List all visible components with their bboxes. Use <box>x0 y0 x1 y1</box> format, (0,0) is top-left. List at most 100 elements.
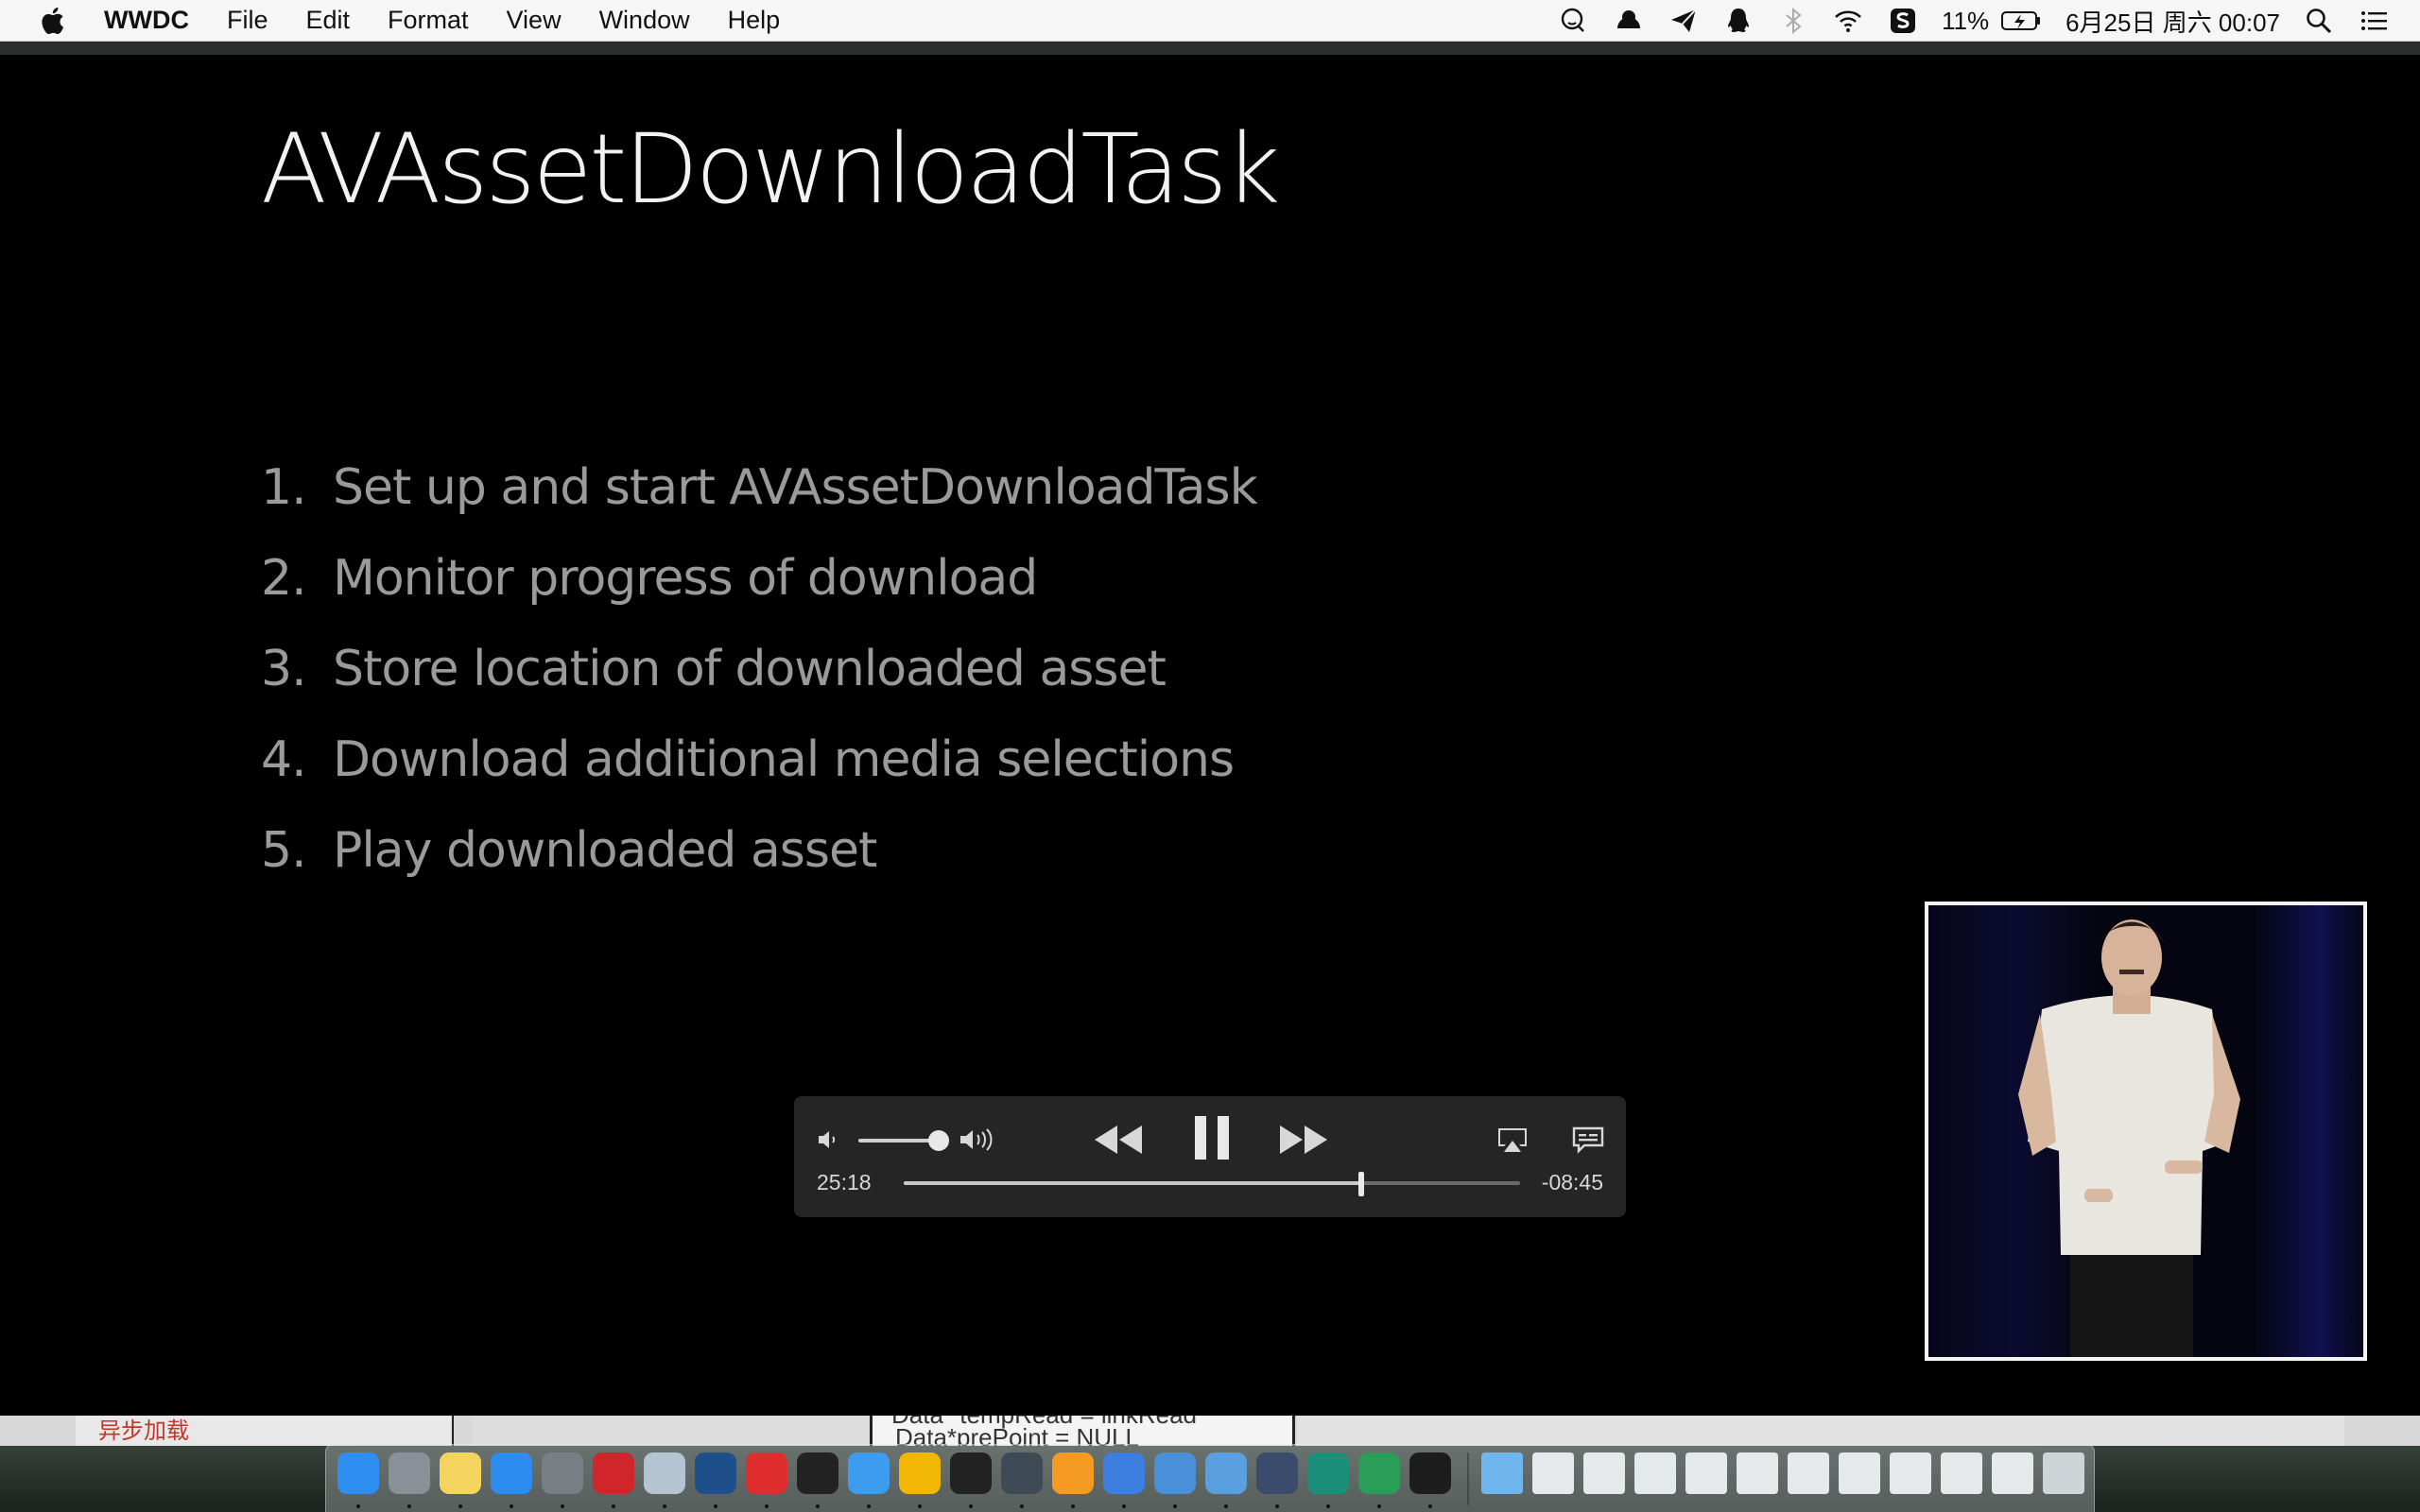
tools-icon[interactable] <box>1205 1452 1247 1494</box>
minimized-window-icon[interactable] <box>1992 1452 2033 1494</box>
progress-track[interactable] <box>904 1181 1520 1185</box>
slide-bullet-list: 1. Set up and start AVAssetDownloadTask … <box>261 442 1258 896</box>
trash-icon[interactable] <box>2043 1452 2084 1494</box>
preview-icon[interactable] <box>644 1452 685 1494</box>
apple-menu[interactable] <box>0 7 104 35</box>
remaining-time: -08:45 <box>1541 1170 1603 1194</box>
youdao-icon[interactable] <box>593 1452 634 1494</box>
menu-format[interactable]: Format <box>369 0 488 41</box>
bullet-number: 3. <box>261 641 307 697</box>
running-indicator <box>1428 1504 1432 1508</box>
menu-view[interactable]: View <box>488 0 580 41</box>
running-indicator <box>816 1504 820 1508</box>
qq-status-icon[interactable] <box>1711 0 1766 42</box>
apple-icon <box>42 7 64 34</box>
running-indicator <box>612 1504 615 1508</box>
launchpad-icon[interactable] <box>389 1452 430 1494</box>
minimized-window-icon[interactable] <box>1634 1452 1676 1494</box>
bluetooth-icon[interactable] <box>1766 0 1821 42</box>
running-indicator <box>356 1504 360 1508</box>
running-indicator <box>714 1504 717 1508</box>
battery-charging-icon[interactable] <box>2000 0 2054 42</box>
slide-bullet-item: 4. Download additional media selections <box>261 714 1257 805</box>
fast-forward-button[interactable] <box>1278 1121 1329 1159</box>
webstorm-icon[interactable] <box>1307 1452 1349 1494</box>
running-indicator <box>663 1504 666 1508</box>
pause-button[interactable] <box>1187 1111 1236 1164</box>
video-player-window[interactable]: AVAssetDownloadTask 1. Set up and start … <box>0 55 2420 1416</box>
menu-window[interactable]: Window <box>580 0 709 41</box>
cloud-status-icon[interactable] <box>1601 0 1656 42</box>
send-status-icon[interactable] <box>1656 0 1711 42</box>
qq-icon[interactable] <box>950 1452 992 1494</box>
system-preferences-icon[interactable] <box>542 1452 583 1494</box>
terminal-icon[interactable] <box>797 1452 838 1494</box>
running-indicator <box>969 1504 973 1508</box>
airplay-button[interactable] <box>1494 1123 1531 1157</box>
volume-min-icon[interactable] <box>815 1125 841 1155</box>
menu-file[interactable]: File <box>208 0 287 41</box>
battery-percentage[interactable]: 11% <box>1930 7 2000 36</box>
running-indicator <box>1173 1504 1177 1508</box>
chat-status-icon[interactable] <box>1547 0 1601 42</box>
volume-max-icon[interactable] <box>957 1123 1000 1157</box>
progress-playhead[interactable] <box>1358 1172 1365 1196</box>
document-icon[interactable] <box>1685 1452 1727 1494</box>
minimized-window-icon[interactable] <box>1890 1452 1931 1494</box>
slide-bullet-item: 5. Play downloaded asset <box>261 805 1257 896</box>
running-indicator <box>510 1504 513 1508</box>
wwdc-icon[interactable] <box>1256 1452 1298 1494</box>
bullet-number: 4. <box>261 731 307 788</box>
minimized-window-icon[interactable] <box>1737 1452 1778 1494</box>
activity-monitor-icon[interactable] <box>1409 1452 1451 1494</box>
ibooks-icon[interactable] <box>1052 1452 1094 1494</box>
xcode-icon[interactable] <box>1154 1452 1196 1494</box>
instruments-icon[interactable] <box>695 1452 736 1494</box>
slide-bullet-item: 3. Store location of downloaded asset <box>261 624 1257 714</box>
rewind-button[interactable] <box>1093 1121 1144 1159</box>
running-indicator <box>458 1504 462 1508</box>
playback-controls-hud[interactable]: 25:18 -08:45 <box>794 1096 1626 1217</box>
app-store-icon[interactable] <box>491 1452 532 1494</box>
minimized-window-icon[interactable] <box>1839 1452 1880 1494</box>
running-indicator <box>1020 1504 1024 1508</box>
minimized-window-icon[interactable] <box>1788 1452 1829 1494</box>
safari-icon[interactable] <box>848 1452 890 1494</box>
menu-app-name[interactable]: WWDC <box>104 0 208 41</box>
volume-slider-knob[interactable] <box>928 1130 949 1151</box>
slide-bullet-item: 1. Set up and start AVAssetDownloadTask <box>261 442 1258 533</box>
subtitles-button[interactable] <box>1569 1123 1607 1157</box>
dock-separator <box>1467 1452 1469 1505</box>
notes-icon[interactable] <box>440 1452 481 1494</box>
monitor-icon[interactable] <box>1001 1452 1043 1494</box>
menu-edit[interactable]: Edit <box>286 0 369 41</box>
spotlight-search-icon[interactable] <box>2291 0 2346 42</box>
bullet-text: Download additional media selections <box>333 731 1235 788</box>
bullet-text: Play downloaded asset <box>333 822 877 879</box>
slide-bullet-item: 2. Monitor progress of download <box>261 533 1257 624</box>
running-indicator <box>1326 1504 1330 1508</box>
running-indicator <box>1071 1504 1075 1508</box>
folder-stack-icon[interactable] <box>1481 1452 1523 1494</box>
bullet-text: Set up and start AVAssetDownloadTask <box>333 459 1258 516</box>
bullet-number: 2. <box>261 550 307 607</box>
progress-fill <box>904 1181 1362 1185</box>
bullet-number: 5. <box>261 822 307 879</box>
finder-icon[interactable] <box>337 1452 379 1494</box>
sogou-input-icon[interactable] <box>1876 0 1930 42</box>
minimized-window-icon[interactable] <box>1583 1452 1625 1494</box>
dock <box>325 1444 2095 1512</box>
running-indicator <box>918 1504 922 1508</box>
minimized-window-icon[interactable] <box>1941 1452 1982 1494</box>
clock[interactable]: 6月25日 周六 00:07 <box>2054 4 2291 39</box>
gitkraken-icon[interactable] <box>746 1452 787 1494</box>
keynote-icon[interactable] <box>1103 1452 1145 1494</box>
pycharm-icon[interactable] <box>1358 1452 1400 1494</box>
chrome-icon[interactable] <box>899 1452 941 1494</box>
menu-help[interactable]: Help <box>709 0 800 41</box>
wifi-icon[interactable] <box>1821 0 1876 42</box>
running-indicator <box>765 1504 769 1508</box>
bullet-text: Monitor progress of download <box>333 550 1038 607</box>
minimized-window-icon[interactable] <box>1532 1452 1574 1494</box>
notification-center-icon[interactable] <box>2346 0 2401 42</box>
